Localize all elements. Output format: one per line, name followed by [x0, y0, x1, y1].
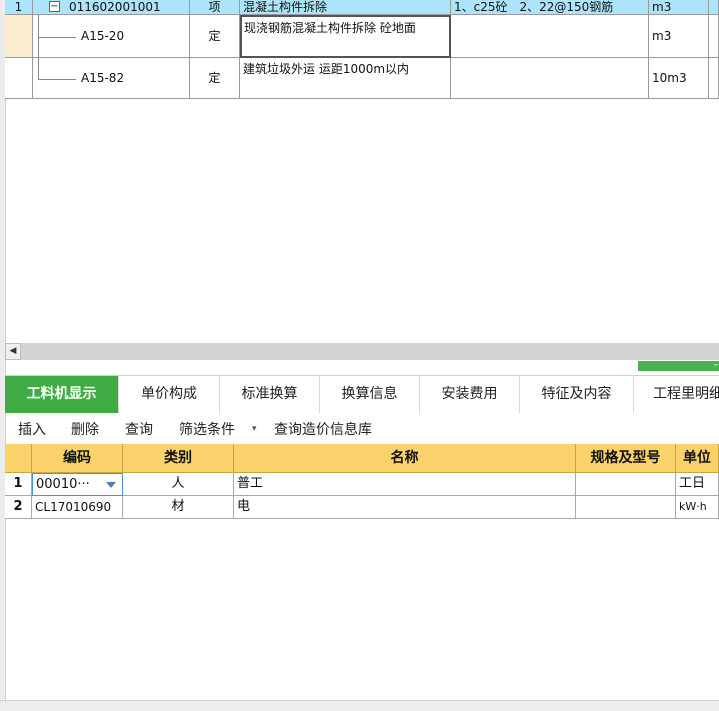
toolbar: 插入 删除 查询 筛选条件 ▾ 查询造价信息库: [5, 415, 719, 443]
feature-cell[interactable]: [451, 15, 649, 58]
tab-bar: 工料机显示 单价构成 标准换算 换算信息 安装费用 特征及内容 工程里明细: [5, 375, 719, 413]
tab-labor-material-machine[interactable]: 工料机显示: [5, 376, 119, 413]
unit-cell[interactable]: 工日: [676, 473, 719, 496]
extra-cell: [709, 0, 719, 15]
insert-button[interactable]: 插入: [18, 419, 46, 439]
type-cell[interactable]: 定: [190, 58, 240, 99]
header-unit[interactable]: 单位: [676, 444, 719, 473]
filter-button[interactable]: 筛选条件: [179, 419, 235, 439]
spec-cell[interactable]: [576, 496, 676, 519]
price-info-button[interactable]: 查询造价信息库: [274, 419, 372, 439]
header-rownum: [5, 444, 32, 473]
unit-cell[interactable]: m3: [649, 15, 709, 58]
extra-cell: [709, 58, 719, 99]
tree-connector: [38, 79, 76, 80]
type-cell[interactable]: 定: [190, 15, 240, 58]
code-cell[interactable]: CL17010690: [32, 496, 123, 519]
name-cell[interactable]: 普工: [234, 473, 576, 496]
collapse-icon[interactable]: −: [49, 1, 60, 12]
unit-cell[interactable]: kW·h: [676, 496, 719, 519]
category-cell[interactable]: 材: [123, 496, 234, 519]
resource-grid: 编码 类别 名称 规格及型号 单位 1 00010··· 人 普工 工日 2 C…: [5, 444, 719, 522]
scroll-left-icon[interactable]: ◀: [5, 343, 21, 360]
dropdown-arrow-icon[interactable]: [106, 482, 116, 488]
type-cell[interactable]: 项: [190, 0, 240, 15]
code-cell[interactable]: 00010···: [32, 473, 123, 496]
chevron-down-icon[interactable]: ▾: [252, 424, 257, 434]
tab-standard-conversion[interactable]: 标准换算: [220, 376, 320, 413]
delete-button[interactable]: 删除: [71, 419, 99, 439]
top-grid: 1 011602001001 项 混凝土构件拆除 1、c25砼 2、22@150…: [5, 0, 719, 99]
header-category[interactable]: 类别: [123, 444, 234, 473]
name-cell[interactable]: 混凝土构件拆除: [240, 0, 451, 15]
unit-cell[interactable]: m3: [649, 0, 709, 15]
feature-cell[interactable]: [451, 58, 649, 99]
extra-cell: [709, 15, 719, 58]
row-number: 1: [5, 0, 33, 15]
header-code[interactable]: 编码: [32, 444, 123, 473]
tab-quantity-detail[interactable]: 工程里明细: [634, 376, 719, 413]
category-cell[interactable]: 人: [123, 473, 234, 496]
tab-conversion-info[interactable]: 换算信息: [320, 376, 420, 413]
name-cell[interactable]: 现浇钢筋混凝土构件拆除 砼地面: [240, 15, 451, 58]
name-cell[interactable]: 建筑垃圾外运 运距1000m以内: [240, 58, 451, 99]
code-value: 00010···: [36, 477, 90, 492]
tab-unit-price[interactable]: 单价构成: [119, 376, 220, 413]
horizontal-scrollbar[interactable]: ◀: [5, 343, 719, 360]
header-name[interactable]: 名称: [234, 444, 576, 473]
query-button[interactable]: 查询: [125, 419, 153, 439]
tree-connector: [38, 15, 39, 79]
feature-cell[interactable]: 1、c25砼 2、22@150钢筋: [451, 0, 649, 15]
splitter-handle[interactable]: ⌄: [638, 359, 719, 371]
tree-connector: [38, 37, 76, 38]
spec-cell[interactable]: [576, 473, 676, 496]
row-number: [5, 15, 33, 58]
row-number: 2: [5, 496, 32, 519]
chevron-down-icon: ⌄: [712, 359, 719, 369]
name-cell[interactable]: 电: [234, 496, 576, 519]
tab-features[interactable]: 特征及内容: [520, 376, 634, 413]
status-strip: [0, 700, 719, 711]
unit-cell[interactable]: 10m3: [649, 58, 709, 99]
row-number: 1: [5, 473, 32, 496]
row-number: [5, 58, 33, 99]
tab-install-fee[interactable]: 安装费用: [420, 376, 520, 413]
header-spec[interactable]: 规格及型号: [576, 444, 676, 473]
